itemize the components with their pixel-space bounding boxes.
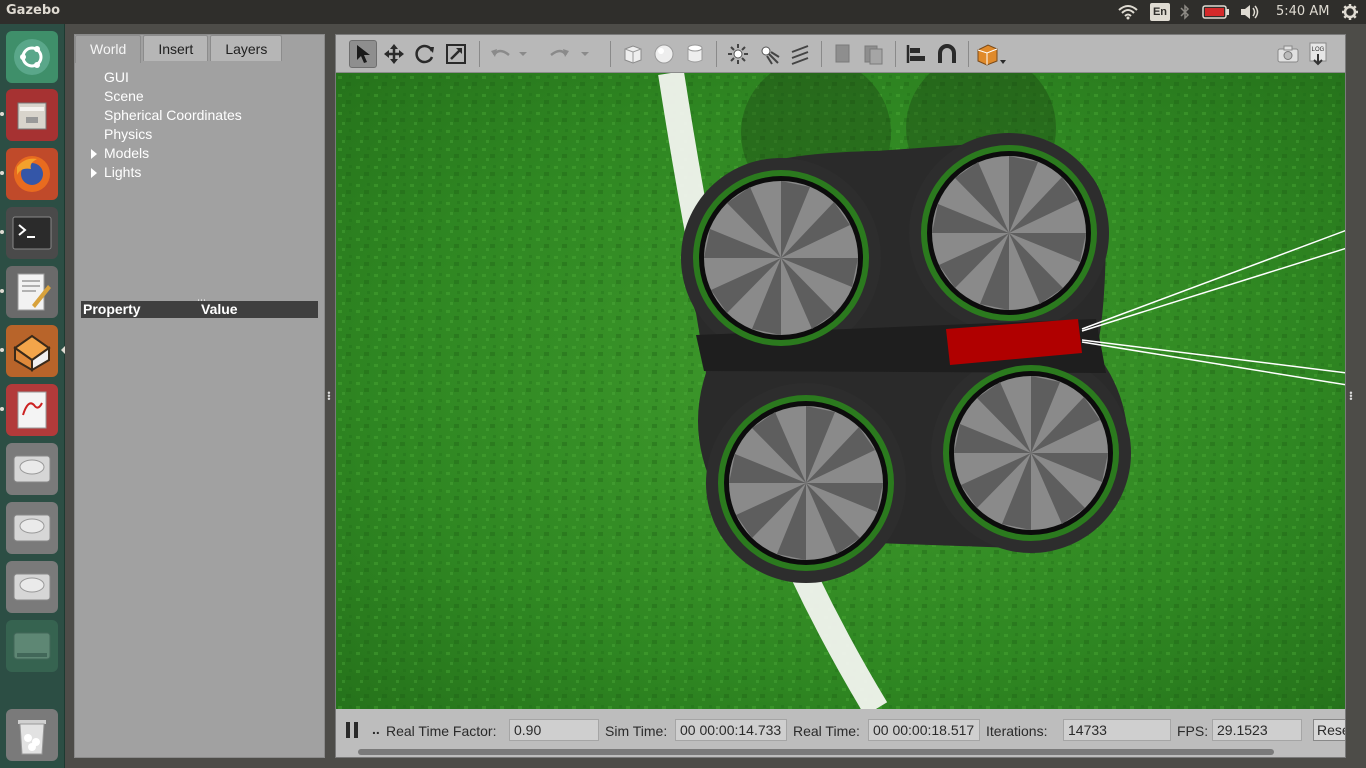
box-shape-icon[interactable] xyxy=(619,40,647,68)
property-table-header: Property Value xyxy=(81,301,318,318)
clock[interactable]: 5:40 AM xyxy=(1276,4,1329,19)
left-splitter-handle-icon[interactable]: • • • xyxy=(326,389,332,404)
view-angle-icon[interactable] xyxy=(974,40,1008,68)
tree-item-label: Lights xyxy=(104,164,142,180)
keyboard-layout-indicator[interactable]: En xyxy=(1150,3,1170,21)
panel-tabs: World Insert Layers xyxy=(75,35,324,63)
tree-item-gui[interactable]: GUI xyxy=(75,68,324,87)
directional-light-icon[interactable] xyxy=(786,40,814,68)
property-column-header[interactable]: Property xyxy=(83,301,141,318)
point-light-icon[interactable] xyxy=(724,40,752,68)
tree-item-label: Models xyxy=(104,145,150,161)
render-viewport: LOG .. Real Time Factor: 0.90 Sim Time: … xyxy=(335,34,1346,758)
sphere-shape-icon[interactable] xyxy=(650,40,678,68)
value-column-header[interactable]: Value xyxy=(201,301,238,318)
left-panel: World Insert Layers GUI Scene Spherical … xyxy=(74,34,325,758)
tab-insert[interactable]: Insert xyxy=(143,35,209,61)
svg-text:LOG: LOG xyxy=(1312,47,1325,53)
select-mode-icon[interactable] xyxy=(349,40,377,68)
expand-arrow-icon[interactable] xyxy=(91,149,97,159)
firefox-icon[interactable] xyxy=(6,148,58,200)
undo-history-chevron-down-icon[interactable] xyxy=(516,40,530,68)
tree-item-lights[interactable]: Lights xyxy=(75,163,324,182)
tree-item-scene[interactable]: Scene xyxy=(75,87,324,106)
fps-label: FPS: xyxy=(1177,723,1209,739)
app-name: Gazebo xyxy=(6,3,61,18)
reset-time-button[interactable]: Reset xyxy=(1313,719,1345,741)
real-time-label: Real Time: xyxy=(793,723,860,739)
document-viewer-icon[interactable] xyxy=(6,384,58,436)
launcher xyxy=(0,24,65,768)
sim-time-field: 00 00:00:14.733 xyxy=(675,719,787,741)
redo-icon[interactable] xyxy=(546,40,574,68)
iterations-field: 14733 xyxy=(1063,719,1171,741)
tree-item-label: GUI xyxy=(104,69,129,85)
spot-light-icon[interactable] xyxy=(755,40,783,68)
snap-icon[interactable] xyxy=(933,40,961,68)
bottom-status-bar: .. Real Time Factor: 0.90 Sim Time: 00 0… xyxy=(336,709,1345,757)
copy-icon[interactable] xyxy=(828,40,856,68)
tab-world[interactable]: World xyxy=(75,35,142,63)
ubuntu-dash-icon[interactable] xyxy=(6,31,58,83)
drive-icon[interactable] xyxy=(6,561,58,613)
battery-icon[interactable] xyxy=(1200,0,1232,24)
bluetooth-icon[interactable] xyxy=(1176,0,1194,24)
cylinder-shape-icon[interactable] xyxy=(681,40,709,68)
align-icon[interactable] xyxy=(902,40,930,68)
rotor-front-right xyxy=(921,145,1097,321)
tree-item-models[interactable]: Models xyxy=(75,144,324,163)
undo-icon[interactable] xyxy=(486,40,514,68)
pause-button[interactable] xyxy=(344,721,360,739)
drive-icon[interactable] xyxy=(6,443,58,495)
right-splitter-handle-icon[interactable]: • • • xyxy=(1348,389,1354,404)
step-ellipsis[interactable]: .. xyxy=(372,721,380,737)
drive-icon[interactable] xyxy=(6,620,58,672)
log-icon[interactable]: LOG xyxy=(1304,40,1332,68)
expand-arrow-icon[interactable] xyxy=(91,168,97,178)
volume-icon[interactable] xyxy=(1238,0,1262,24)
drive-icon[interactable] xyxy=(6,502,58,554)
toolbar: LOG xyxy=(336,35,1345,73)
tree-item-label: Physics xyxy=(104,126,153,142)
world-tree: GUI Scene Spherical Coordinates Physics … xyxy=(75,68,324,182)
fps-field: 29.1523 xyxy=(1212,719,1302,741)
paste-icon[interactable] xyxy=(859,40,887,68)
rotor-rear-left xyxy=(718,395,894,571)
gazebo-icon[interactable] xyxy=(6,325,58,377)
tab-layers[interactable]: Layers xyxy=(210,35,283,61)
wifi-icon[interactable] xyxy=(1116,0,1140,24)
translate-mode-icon[interactable] xyxy=(380,40,408,68)
scale-mode-icon[interactable] xyxy=(442,40,470,68)
real-time-factor-label: Real Time Factor: xyxy=(386,723,497,739)
tree-item-physics[interactable]: Physics xyxy=(75,125,324,144)
sim-time-label: Sim Time: xyxy=(605,723,668,739)
top-panel: Gazebo En 5:40 AM xyxy=(0,0,1366,24)
tree-item-label: Spherical Coordinates xyxy=(104,107,242,123)
rotate-mode-icon[interactable] xyxy=(411,40,439,68)
settings-gear-icon[interactable] xyxy=(1338,0,1362,24)
text-editor-icon[interactable] xyxy=(6,266,58,318)
iterations-label: Iterations: xyxy=(986,723,1048,739)
tree-item-label: Scene xyxy=(104,88,144,104)
tree-item-spherical-coordinates[interactable]: Spherical Coordinates xyxy=(75,106,324,125)
horizontal-scrollbar[interactable] xyxy=(358,749,1274,755)
rotor-front-left xyxy=(693,170,869,346)
screenshot-icon[interactable] xyxy=(1274,40,1302,68)
rotor-rear-right xyxy=(943,365,1119,541)
real-time-field: 00 00:00:18.517 xyxy=(868,719,980,741)
redo-history-chevron-down-icon[interactable] xyxy=(578,40,592,68)
trash-icon[interactable] xyxy=(6,709,58,761)
real-time-factor-field: 0.90 xyxy=(509,719,599,741)
files-icon[interactable] xyxy=(6,89,58,141)
terminal-icon[interactable] xyxy=(6,207,58,259)
scene-view[interactable] xyxy=(336,53,1345,716)
